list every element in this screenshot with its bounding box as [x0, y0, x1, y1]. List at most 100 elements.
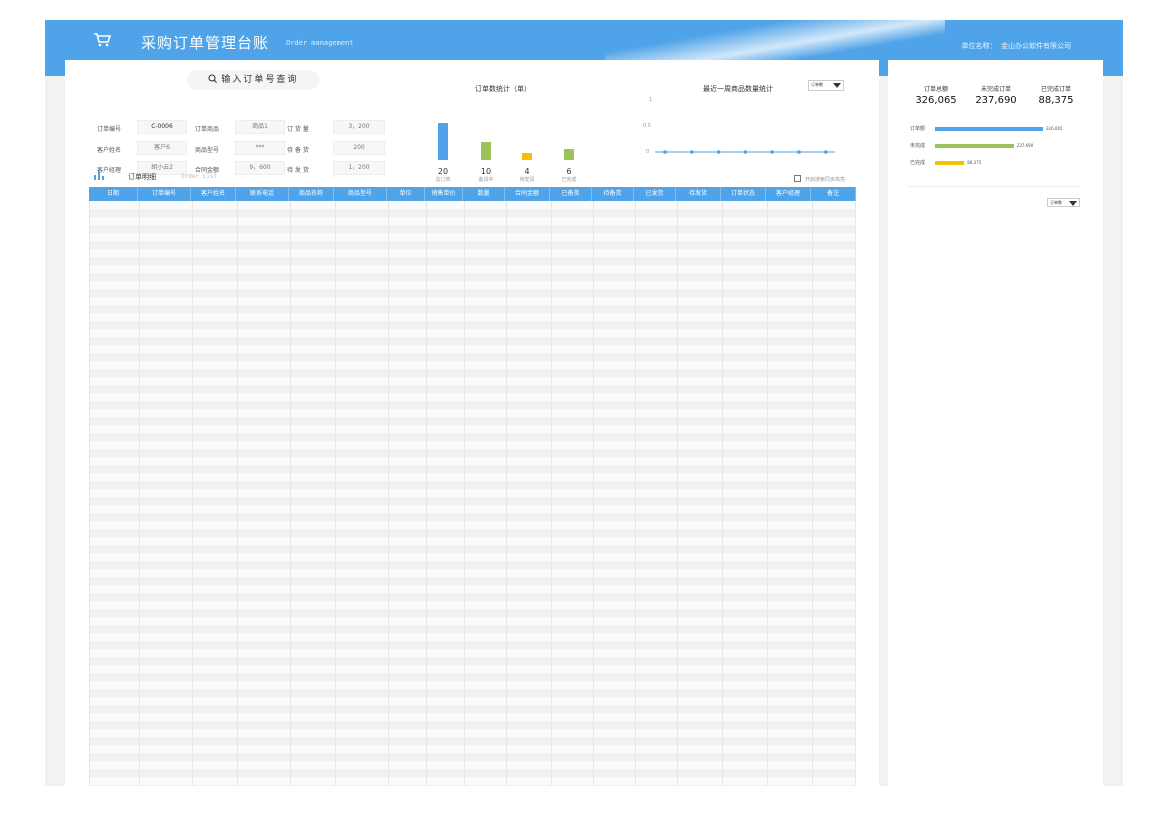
summary-stat-label: 未完成订单: [980, 86, 1011, 93]
summary-stat-value: 88,375: [1038, 95, 1074, 106]
column-header[interactable]: 客户经理: [766, 187, 811, 201]
summary-stat-label: 订单总额: [923, 86, 948, 93]
bar-chart-icon: [94, 171, 104, 180]
summary-bar-value: 326,065: [1046, 126, 1063, 131]
column-header[interactable]: 待发货: [676, 187, 721, 201]
y-tick-label: 1: [649, 97, 653, 103]
y-tick-label: 0.5: [643, 123, 651, 129]
summary-bar: [935, 127, 1043, 131]
summary-panel: 订单总额 326,065 未完成订单 237,690 已完成订单 88,375 订单额 32…: [888, 60, 1103, 786]
list-title: 订单明细: [128, 173, 156, 181]
order-bar-value: 4: [524, 167, 530, 176]
order-bar-label: 备货中: [478, 177, 494, 183]
week-point: [690, 150, 694, 154]
order-bar-label: 总订单: [435, 177, 451, 183]
app-frame: 采购订单管理台账 Order management 单位名称： 金山办公软件有限…: [45, 20, 1123, 786]
product-label: 订单商品: [195, 126, 220, 133]
week-point: [743, 150, 748, 154]
qty-field[interactable]: 3，200: [333, 120, 385, 134]
week-point: [770, 150, 774, 154]
column-header[interactable]: 已发货: [634, 187, 676, 201]
ready-field[interactable]: 200: [333, 141, 385, 155]
sync-highlight-checkbox[interactable]: [794, 175, 801, 182]
page-subtitle: Order management: [286, 39, 354, 47]
column-divider: [388, 201, 389, 786]
divider: [908, 186, 1080, 187]
y-tick-label: 0: [646, 149, 650, 155]
ready-label: 待 备 货: [287, 147, 309, 154]
week-point: [716, 150, 721, 154]
column-header[interactable]: 联系电话: [236, 187, 289, 201]
column-divider: [677, 201, 678, 786]
column-divider: [593, 201, 594, 786]
column-header[interactable]: 商品型号: [334, 187, 387, 201]
column-divider: [290, 201, 291, 786]
column-divider: [335, 201, 336, 786]
model-label: 商品型号: [195, 147, 220, 154]
week-line-chart: [655, 150, 835, 154]
column-header[interactable]: 已备货: [550, 187, 592, 201]
summary-bar-label: 已完成: [910, 160, 926, 166]
week-point: [797, 150, 801, 154]
column-header[interactable]: 数量: [463, 187, 505, 201]
column-divider: [139, 201, 140, 786]
summary-stat: 未完成订单 237,690: [966, 84, 1026, 106]
amount-field[interactable]: 9，600: [235, 161, 285, 175]
order-chart-title: 订单数统计（单）: [475, 85, 531, 93]
order-bar-value: 6: [566, 167, 572, 176]
column-header[interactable]: 合同金额: [505, 187, 550, 201]
order-bar-value: 20: [437, 167, 449, 176]
column-divider: [812, 201, 813, 786]
column-divider: [237, 201, 238, 786]
unit-name: 单位名称： 金山办公软件有限公司: [961, 42, 1071, 50]
week-chart-title: 最近一周商品数量统计: [703, 85, 773, 93]
ship-label: 待 发 货: [287, 167, 309, 174]
chevron-down-icon: [833, 83, 841, 88]
order-bar-label: 待发货: [519, 177, 535, 183]
main-panel: 输入订单号查询 订单编号 C-0006 订单商品 商品1 订 货 量 3，200…: [65, 60, 879, 786]
week-point: [824, 150, 828, 154]
order-no-label: 订单编号: [97, 126, 122, 133]
summary-stat: 已完成订单 88,375: [1026, 84, 1086, 106]
column-header[interactable]: 客户姓名: [191, 187, 236, 201]
summary-bar-label: 订单额: [910, 126, 926, 132]
column-header[interactable]: 商品名称: [289, 187, 334, 201]
order-bar: [564, 148, 574, 160]
column-header[interactable]: 销售单价: [425, 187, 463, 201]
summary-stat-label: 已完成订单: [1040, 86, 1071, 93]
summary-stat-value: 237,690: [975, 95, 1017, 106]
list-subtitle: Order List: [181, 173, 218, 180]
order-no-field[interactable]: C-0006: [137, 120, 187, 134]
column-header[interactable]: 订单编号: [138, 187, 191, 201]
column-divider: [767, 201, 768, 786]
column-header[interactable]: 单位: [387, 187, 425, 201]
summary-bar-label: 未完成: [910, 143, 926, 149]
summary-bar: [935, 144, 1014, 148]
summary-bar-value: 88,375: [967, 160, 982, 165]
column-header[interactable]: 待备货: [592, 187, 634, 201]
table-body: [89, 201, 856, 786]
column-header[interactable]: 日期: [89, 187, 138, 201]
column-header[interactable]: 订单状态: [721, 187, 766, 201]
column-header[interactable]: 备注: [811, 187, 856, 201]
order-search-button[interactable]: 输入订单号查询: [187, 70, 319, 90]
order-bar: [481, 141, 491, 160]
top-bar: 采购订单管理台账 Order management 单位名称： 金山办公软件有限…: [45, 20, 1123, 60]
summary-bar: [935, 161, 965, 165]
customer-label: 客户姓名: [97, 147, 122, 154]
shopping-cart-icon: [94, 33, 111, 47]
table-header: 日期 订单编号 客户姓名 联系电话 商品名称 商品型号 单位 销售单价 数量 合同金额 已备货 待备货…: [89, 187, 856, 201]
order-bar-label: 已完成: [561, 177, 577, 183]
qty-label: 订 货 量: [287, 126, 309, 133]
column-divider: [426, 201, 427, 786]
chevron-down-icon: [1069, 201, 1077, 206]
order-bar: [438, 123, 448, 160]
summary-stat-value: 326,065: [915, 95, 957, 106]
ship-field[interactable]: 1，200: [333, 161, 385, 175]
summary-select[interactable]: 订单数: [1047, 198, 1080, 207]
model-field[interactable]: ***: [235, 141, 285, 155]
product-field[interactable]: 商品1: [235, 120, 285, 134]
column-divider: [506, 201, 507, 786]
week-chart-select[interactable]: 订单数: [808, 80, 844, 91]
customer-field[interactable]: 客户6: [137, 141, 187, 155]
